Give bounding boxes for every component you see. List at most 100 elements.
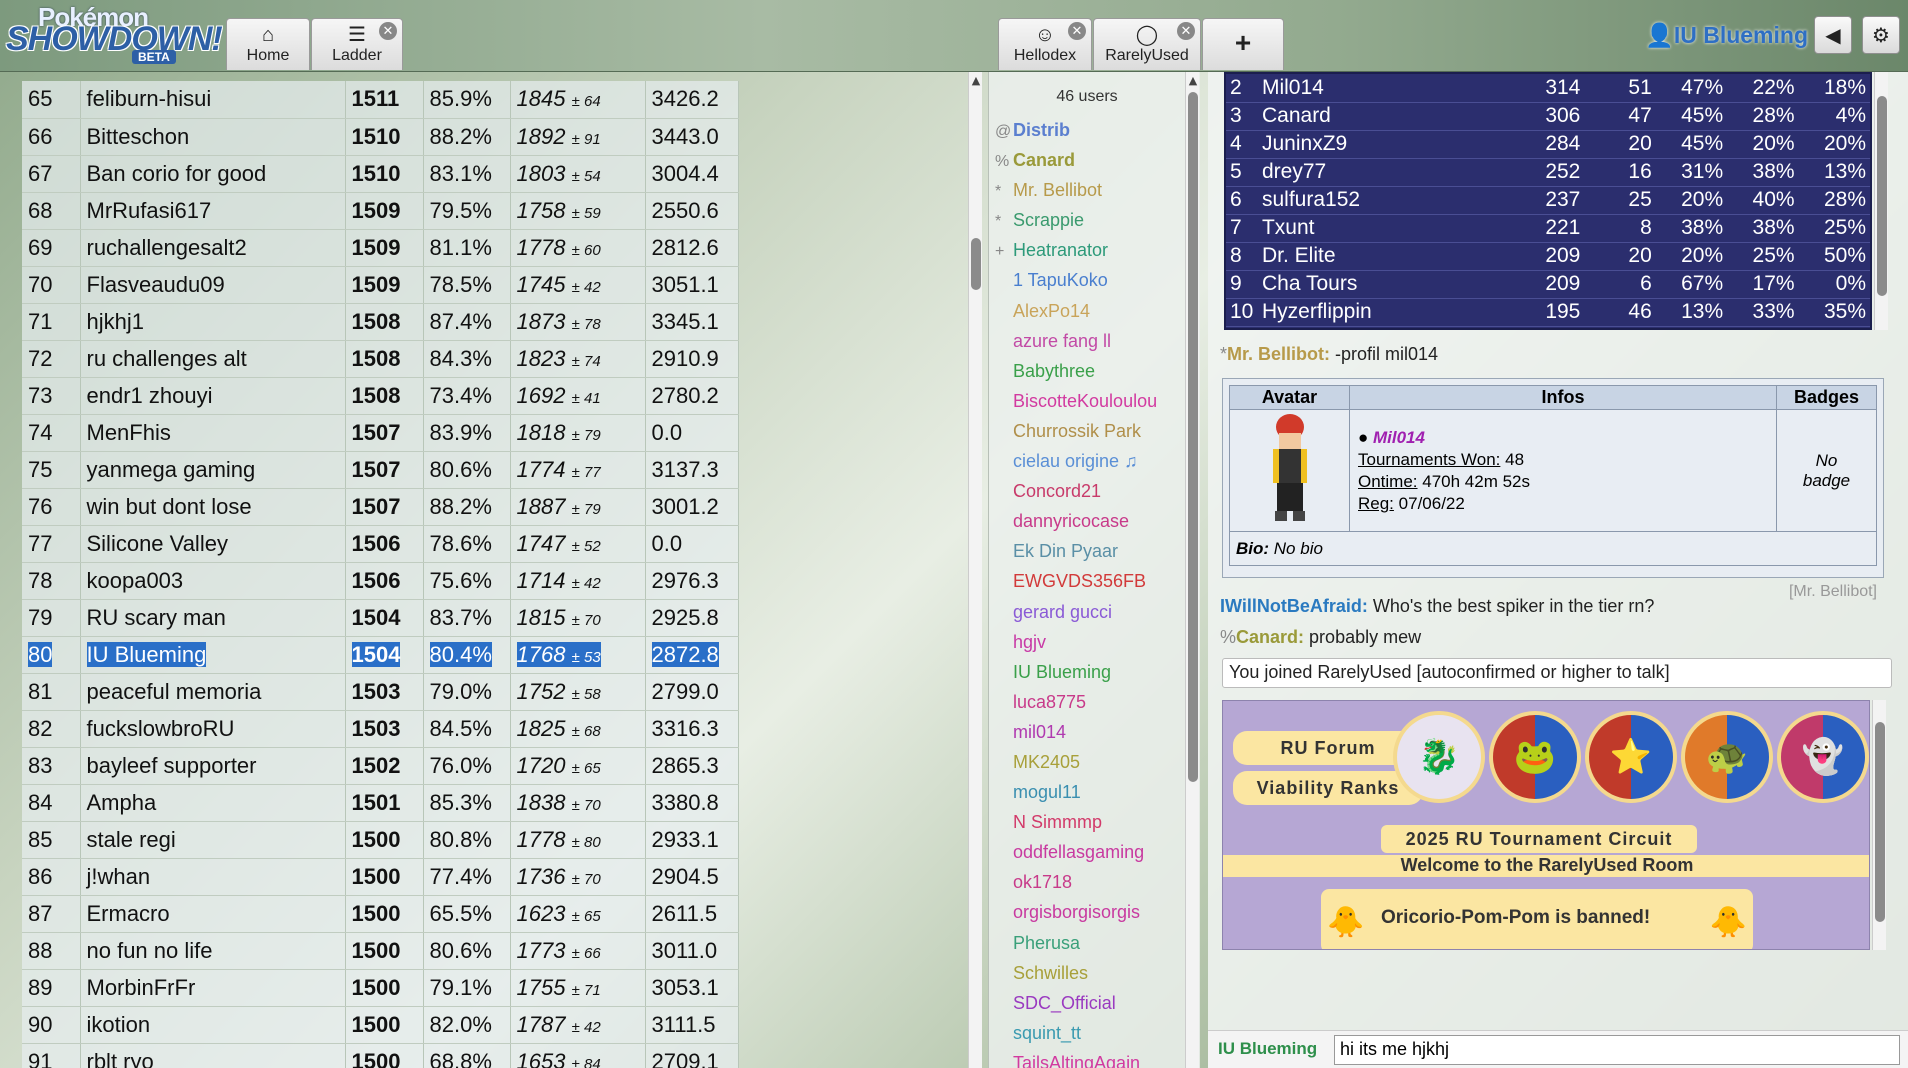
player-name-cell[interactable]: endr1 zhouyi xyxy=(80,377,346,415)
ladder-row[interactable]: 70 Flasveaudu09 1509 78.5% 1745 ± 42 3051.1 xyxy=(22,266,739,304)
user-name[interactable]: azure fang ll xyxy=(1013,331,1111,351)
player-name-cell[interactable]: fuckslowbroRU xyxy=(80,710,346,748)
close-icon[interactable]: ✕ xyxy=(1177,22,1195,40)
user-name[interactable]: Schwilles xyxy=(1013,963,1088,983)
ladder-row[interactable]: 66 Bitteschon 1510 88.2% 1892 ± 91 3443.0 xyxy=(22,118,739,156)
user-list-item[interactable]: mil014 xyxy=(995,722,1185,752)
ranking-name[interactable]: Cha Tours xyxy=(1257,270,1513,299)
user-name[interactable]: Ek Din Pyaar xyxy=(1013,541,1118,561)
user-name[interactable]: Concord21 xyxy=(1013,481,1101,501)
ladder-row[interactable]: 79 RU scary man 1504 83.7% 1815 ± 70 2925.8 xyxy=(22,599,739,637)
player-name-cell[interactable]: MenFhis xyxy=(80,414,346,452)
ladder-row[interactable]: 71 hjkhj1 1508 87.4% 1873 ± 78 3345.1 xyxy=(22,303,739,341)
ranking-name[interactable]: Dr. Elite xyxy=(1257,242,1513,271)
ranking-name[interactable]: sulfura152 xyxy=(1257,186,1513,215)
user-list-item[interactable]: Pherusa xyxy=(995,933,1185,963)
ranking-name[interactable]: Txunt xyxy=(1257,214,1513,243)
user-name[interactable]: orgisborgisorgis xyxy=(1013,902,1140,922)
tab-home[interactable]: ⌂ Home xyxy=(226,18,310,70)
user-list-item[interactable]: 1 TapuKoko xyxy=(995,270,1185,300)
tournament-circuit-title[interactable]: 2025 RU Tournament Circuit xyxy=(1381,825,1697,853)
user-list-item[interactable]: squint_tt xyxy=(995,1023,1185,1053)
user-list-item[interactable]: Ek Din Pyaar xyxy=(995,541,1185,571)
player-name-cell[interactable]: rblt ryo xyxy=(80,1043,346,1068)
ladder-row[interactable]: 86 j!whan 1500 77.4% 1736 ± 70 2904.5 xyxy=(22,858,739,896)
ladder-row[interactable]: 91 rblt ryo 1500 68.8% 1653 ± 84 2709.1 xyxy=(22,1043,739,1068)
user-name[interactable]: Churrossik Park xyxy=(1013,421,1141,441)
settings-button[interactable]: ⚙ xyxy=(1862,16,1900,54)
ladder-row[interactable]: 68 MrRufasi617 1509 79.5% 1758 ± 59 2550.6 xyxy=(22,192,739,230)
user-list-item[interactable]: % Canard xyxy=(995,150,1185,180)
ladder-row[interactable]: 90 ikotion 1500 82.0% 1787 ± 42 3111.5 xyxy=(22,1006,739,1044)
ladder-row[interactable]: 83 bayleef supporter 1502 76.0% 1720 ± 65 286… xyxy=(22,747,739,785)
user-name[interactable]: AlexPo14 xyxy=(1013,301,1090,321)
chat-input[interactable]: hi its me hjkhj xyxy=(1334,1035,1900,1065)
ladder-row[interactable]: 65 feliburn-hisui 1511 85.9% 1845 ± 64 3426.2 xyxy=(22,81,739,119)
user-list-item[interactable]: oddfellasgaming xyxy=(995,842,1185,872)
user-list-item[interactable]: AlexPo14 xyxy=(995,301,1185,331)
profile-username[interactable]: Mil014 xyxy=(1373,428,1425,447)
ladder-row[interactable]: 77 Silicone Valley 1506 78.6% 1747 ± 52 0.0 xyxy=(22,525,739,563)
ladder-row[interactable]: 76 win but dont lose 1507 88.2% 1887 ± 79 300… xyxy=(22,488,739,526)
user-name[interactable]: SDC_Official xyxy=(1013,993,1116,1013)
player-name-cell[interactable]: ruchallengesalt2 xyxy=(80,229,346,267)
user-list-item[interactable]: dannyricocase xyxy=(995,511,1185,541)
user-name[interactable]: luca8775 xyxy=(1013,692,1086,712)
user-list-item[interactable]: IU Blueming xyxy=(995,662,1185,692)
user-list-item[interactable]: azure fang ll xyxy=(995,331,1185,361)
player-name-cell[interactable]: bayleef supporter xyxy=(80,747,346,785)
user-name[interactable]: Scrappie xyxy=(1013,210,1084,230)
tab-hellodex[interactable]: ☺ Hellodex ✕ xyxy=(998,18,1092,70)
scroll-up-icon[interactable]: ▲ xyxy=(970,74,982,87)
user-name[interactable]: oddfellasgaming xyxy=(1013,842,1144,862)
player-name-cell[interactable]: Ermacro xyxy=(80,895,346,933)
user-name[interactable]: hgjv xyxy=(1013,632,1046,652)
user-list-item[interactable]: luca8775 xyxy=(995,692,1185,722)
player-name-cell[interactable]: koopa003 xyxy=(80,562,346,600)
user-name[interactable]: Babythree xyxy=(1013,361,1095,381)
ladder-row[interactable]: 75 yanmega gaming 1507 80.6% 1774 ± 77 3137.3 xyxy=(22,451,739,489)
ladder-row[interactable]: 87 Ermacro 1500 65.5% 1623 ± 65 2611.5 xyxy=(22,895,739,933)
ladder-scrollbar[interactable]: ▲ xyxy=(968,72,982,1068)
viability-ranks-button[interactable]: Viability Ranks xyxy=(1233,771,1423,805)
scroll-thumb[interactable] xyxy=(1188,92,1198,782)
ladder-row[interactable]: 85 stale regi 1500 80.8% 1778 ± 80 2933.1 xyxy=(22,821,739,859)
user-name[interactable]: 1 TapuKoko xyxy=(1013,270,1108,290)
scroll-up-icon[interactable]: ▲ xyxy=(1187,74,1199,87)
user-list-item[interactable]: ok1718 xyxy=(995,872,1185,902)
user-list-item[interactable]: MK2405 xyxy=(995,752,1185,782)
ladder-row[interactable]: 81 peaceful memoria 1503 79.0% 1752 ± 58 2799… xyxy=(22,673,739,711)
user-list-item[interactable]: orgisborgisorgis xyxy=(995,902,1185,932)
ladder-row[interactable]: 84 Ampha 1501 85.3% 1838 ± 70 3380.8 xyxy=(22,784,739,822)
player-name-cell[interactable]: peaceful memoria xyxy=(80,673,346,711)
tab-rarelyused[interactable]: ◯ RarelyUsed ✕ xyxy=(1093,18,1201,70)
ladder-row[interactable]: 82 fuckslowbroRU 1503 84.5% 1825 ± 68 3316.3 xyxy=(22,710,739,748)
ladder-row[interactable]: 73 endr1 zhouyi 1508 73.4% 1692 ± 41 2780.2 xyxy=(22,377,739,415)
user-list-item[interactable]: * Scrappie xyxy=(995,210,1185,240)
user-name[interactable]: N Simmmp xyxy=(1013,812,1102,832)
player-name-cell[interactable]: ru challenges alt xyxy=(80,340,346,378)
user-name[interactable]: TailsAltingAgain xyxy=(1013,1053,1140,1068)
player-name-cell[interactable]: Bitteschon xyxy=(80,118,346,156)
user-list-item[interactable]: + Heatranator xyxy=(995,240,1185,270)
user-list-item[interactable]: mogul11 xyxy=(995,782,1185,812)
scroll-thumb[interactable] xyxy=(971,238,981,290)
player-name-cell[interactable]: j!whan xyxy=(80,858,346,896)
user-name[interactable]: squint_tt xyxy=(1013,1023,1081,1043)
user-list-item[interactable]: EWGVDS356FB xyxy=(995,571,1185,601)
user-name[interactable]: mogul11 xyxy=(1013,782,1081,802)
scroll-thumb[interactable] xyxy=(1875,722,1885,922)
close-icon[interactable]: ✕ xyxy=(379,22,397,40)
ladder-row[interactable]: 80 IU Blueming 1504 80.4% 1768 ± 53 2872.8 xyxy=(22,636,739,674)
user-list-item[interactable]: cielau origine ♫ xyxy=(995,451,1185,481)
close-icon[interactable]: ✕ xyxy=(1068,22,1086,40)
user-list-item[interactable]: Babythree xyxy=(995,361,1185,391)
user-list-item[interactable]: * Mr. Bellibot xyxy=(995,180,1185,210)
sound-button[interactable]: ◀ xyxy=(1814,16,1852,54)
player-name-cell[interactable]: Ban corio for good xyxy=(80,155,346,193)
player-name-cell[interactable]: IU Blueming xyxy=(80,636,346,674)
new-tab-button[interactable]: + xyxy=(1202,18,1284,70)
ranking-name[interactable]: drey77 xyxy=(1257,158,1513,187)
player-name-cell[interactable]: yanmega gaming xyxy=(80,451,346,489)
user-list-item[interactable]: BiscotteKouloulou xyxy=(995,391,1185,421)
